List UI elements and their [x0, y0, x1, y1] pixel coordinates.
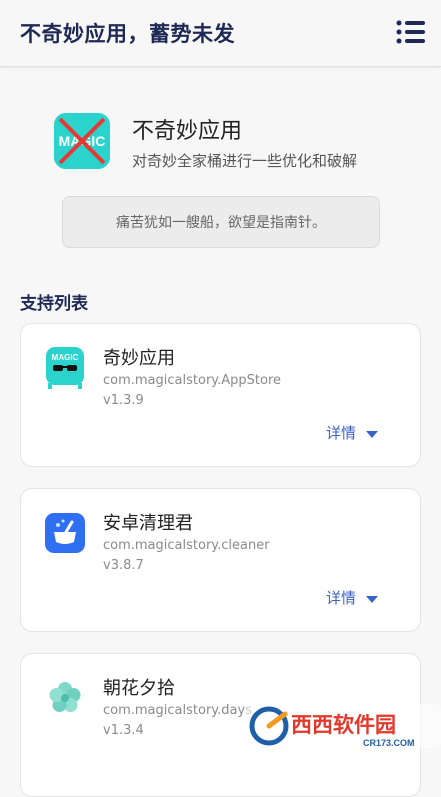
app-package: com.magicalstory.AppStore — [103, 373, 282, 388]
app-card[interactable]: 安卓清理君 com.magicalstory.cleaner v3.8.7 详情 — [20, 488, 421, 632]
details-button[interactable]: 详情 — [326, 422, 379, 443]
watermark-brand: 西西软件园 — [291, 713, 396, 737]
chevron-down-icon — [366, 430, 379, 438]
watermark: 西西软件园 CR173.COM — [245, 700, 441, 752]
hero-subtitle: 对奇妙全家桶进行一些优化和破解 — [132, 152, 358, 170]
top-app-bar: 不奇妙应用，蓄势未发 — [0, 0, 441, 67]
details-label: 详情 — [326, 424, 357, 442]
app-version: v1.3.9 — [103, 393, 144, 408]
app-name: 朝花夕拾 — [103, 678, 175, 699]
app-version: v1.3.4 — [103, 723, 144, 738]
cleaner-icon — [44, 512, 86, 554]
watermark-url: CR173.COM — [363, 738, 415, 748]
app-package: com.magicalstory.cleaner — [103, 538, 270, 553]
hero-title: 不奇妙应用 — [132, 119, 243, 144]
details-label: 详情 — [326, 589, 357, 607]
app-title: 不奇妙应用，蓄势未发 — [20, 22, 235, 46]
flower-icon — [44, 677, 86, 719]
details-button[interactable]: 详情 — [326, 587, 379, 608]
magic-appstore-icon: MAGIC — [44, 347, 86, 389]
app-logo-icon: MAGIC — [54, 113, 110, 169]
quote-box: 痛苦犹如一艘船，欲望是指南针。 — [62, 196, 380, 248]
chevron-down-icon — [366, 595, 379, 603]
app-card[interactable]: MAGIC 奇妙应用 com.magicalstory.AppStore v1.… — [20, 323, 421, 467]
app-name: 安卓清理君 — [103, 513, 193, 534]
section-title: 支持列表 — [20, 294, 88, 314]
app-name: 奇妙应用 — [103, 348, 175, 369]
list-menu-icon[interactable] — [395, 18, 427, 46]
app-version: v3.8.7 — [103, 558, 144, 573]
app-package: com.magicalstory.days — [103, 703, 252, 718]
quote-text: 痛苦犹如一艘船，欲望是指南针。 — [116, 215, 326, 231]
svg-text:MAGIC: MAGIC — [52, 353, 79, 362]
